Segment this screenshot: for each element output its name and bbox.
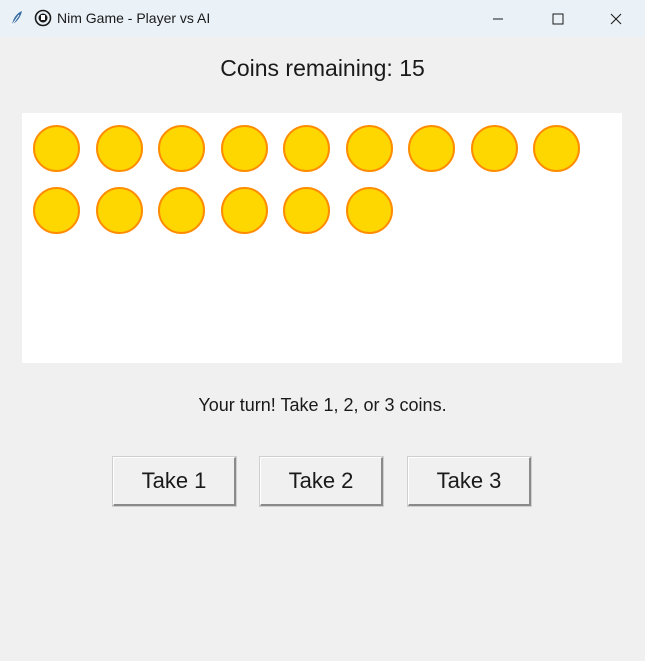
take-1-button[interactable]: Take 1 xyxy=(112,456,237,507)
minimize-button[interactable] xyxy=(469,0,527,37)
close-button[interactable] xyxy=(587,0,645,37)
feather-icon xyxy=(8,9,26,27)
coin xyxy=(158,125,205,172)
take-3-button[interactable]: Take 3 xyxy=(407,456,532,507)
window-title: Nim Game - Player vs AI xyxy=(57,10,211,26)
status-message: Your turn! Take 1, 2, or 3 coins. xyxy=(198,395,447,415)
coin xyxy=(283,187,330,234)
coin-canvas xyxy=(22,113,622,363)
coin xyxy=(33,125,80,172)
coin xyxy=(345,187,393,234)
coin xyxy=(220,187,268,234)
coin xyxy=(158,187,205,234)
coin xyxy=(345,125,393,172)
maximize-button[interactable] xyxy=(529,0,587,37)
title-bar[interactable]: Nim Game - Player vs AI xyxy=(0,0,645,37)
maximize-icon xyxy=(552,13,564,24)
take-2-button[interactable]: Take 2 xyxy=(259,456,384,507)
minimize-icon xyxy=(493,18,503,19)
coin xyxy=(33,187,80,234)
coin xyxy=(283,125,330,172)
coin xyxy=(220,125,268,172)
coin xyxy=(95,125,143,172)
coin xyxy=(408,125,455,172)
coin xyxy=(533,125,580,172)
close-icon xyxy=(610,13,622,24)
coin xyxy=(470,125,518,172)
app-glyph-icon xyxy=(34,9,52,27)
coins-remaining-label: Coins remaining: 15 xyxy=(220,55,425,81)
coin xyxy=(95,187,143,234)
